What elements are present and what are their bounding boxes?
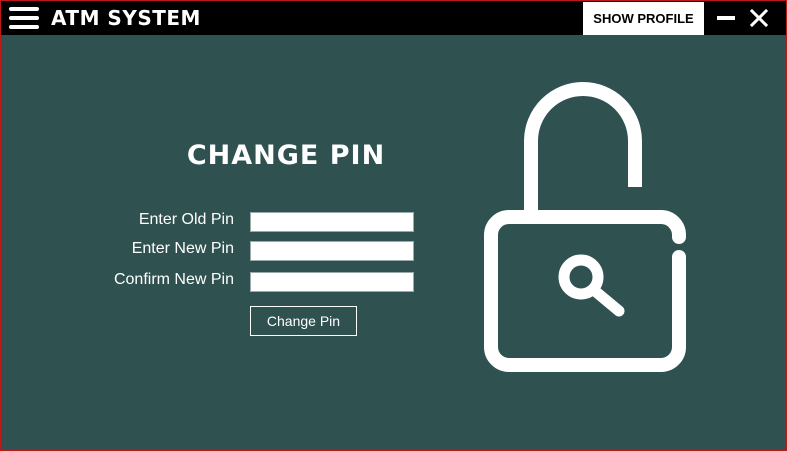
new-pin-label: Enter New Pin [131,240,234,257]
minimize-icon[interactable] [717,10,735,26]
page-title: CHANGE PIN [186,140,386,171]
title-bar: ATM SYSTEM SHOW PROFILE [1,1,786,35]
padlock-search-icon [484,82,686,372]
new-pin-field[interactable] [250,241,414,261]
app-title: ATM SYSTEM [51,6,201,30]
confirm-pin-label: Confirm New Pin [113,271,234,288]
hamburger-menu-icon[interactable] [9,7,39,29]
confirm-pin-field[interactable] [250,272,414,292]
show-profile-button[interactable]: SHOW PROFILE [583,2,704,35]
close-icon[interactable] [749,8,769,28]
change-pin-button[interactable]: Change Pin [250,306,357,336]
atm-window: ATM SYSTEM SHOW PROFILE CHANGE PIN Enter… [0,0,787,451]
old-pin-field[interactable] [250,212,414,232]
old-pin-label: Enter Old Pin [138,211,234,228]
